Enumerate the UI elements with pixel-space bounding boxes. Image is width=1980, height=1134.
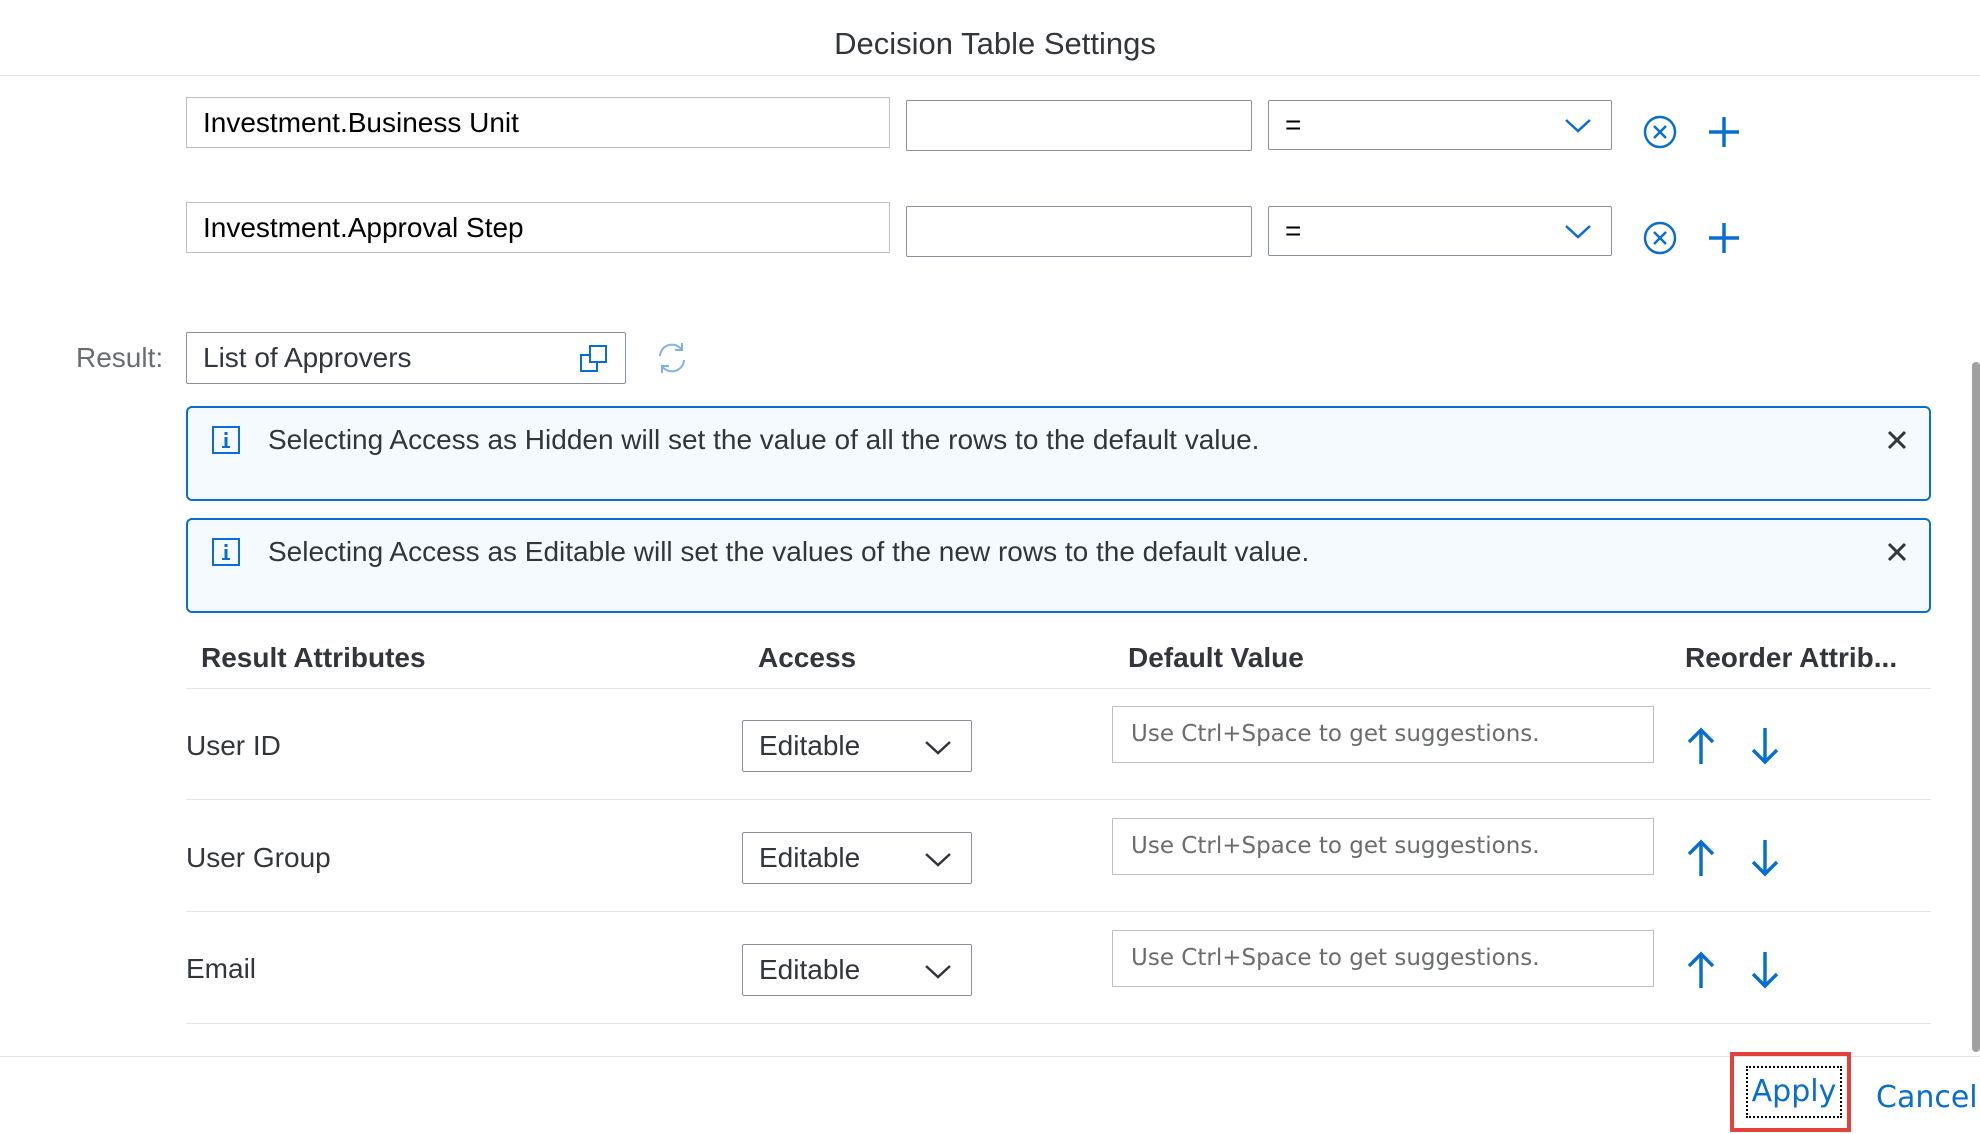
remove-circle-icon[interactable] xyxy=(1640,218,1680,258)
result-value: List of Approvers xyxy=(203,342,412,373)
message-text: Selecting Access as Editable will set th… xyxy=(268,536,1310,567)
default-value-input[interactable]: Use Ctrl+Space to get suggestions. xyxy=(1112,706,1654,763)
chevron-down-icon xyxy=(925,965,951,979)
chevron-down-icon xyxy=(925,741,951,755)
table-divider xyxy=(186,1023,1931,1024)
default-value-input[interactable]: Use Ctrl+Space to get suggestions. xyxy=(1112,818,1654,875)
chevron-down-icon xyxy=(925,853,951,867)
access-select[interactable]: Editable xyxy=(742,720,972,772)
info-icon xyxy=(212,538,240,566)
chevron-down-icon xyxy=(1565,119,1591,133)
arrow-up-icon[interactable] xyxy=(1684,726,1718,766)
arrow-down-icon[interactable] xyxy=(1748,950,1782,990)
vertical-scrollbar[interactable] xyxy=(1972,362,1980,1052)
condition-operator-select[interactable]: = xyxy=(1268,100,1612,150)
condition-attribute-field: Investment.Business Unit xyxy=(186,97,890,148)
arrow-down-icon[interactable] xyxy=(1748,726,1782,766)
remove-circle-icon[interactable] xyxy=(1640,112,1680,152)
table-divider xyxy=(186,911,1931,912)
info-message-strip: Selecting Access as Hidden will set the … xyxy=(186,406,1931,501)
table-divider xyxy=(186,799,1931,800)
column-header-result-attributes: Result Attributes xyxy=(201,642,426,673)
column-header-access: Access xyxy=(758,642,857,673)
result-input[interactable]: List of Approvers xyxy=(186,332,626,384)
condition-value-input[interactable] xyxy=(906,206,1252,257)
info-icon xyxy=(212,426,240,454)
column-header-default-value: Default Value xyxy=(1128,642,1304,673)
condition-attribute-field: Investment.Approval Step xyxy=(186,202,890,253)
refresh-icon[interactable] xyxy=(654,340,690,376)
condition-operator-value: = xyxy=(1285,215,1302,246)
result-attribute-name: User Group xyxy=(186,842,331,873)
access-value: Editable xyxy=(759,842,861,873)
result-attribute-name: User ID xyxy=(186,730,281,761)
default-value-input[interactable]: Use Ctrl+Space to get suggestions. xyxy=(1112,930,1654,987)
condition-operator-select[interactable]: = xyxy=(1268,206,1612,256)
dialog-header: Decision Table Settings xyxy=(0,0,1980,76)
message-text: Selecting Access as Hidden will set the … xyxy=(268,424,1260,455)
info-message-strip: Selecting Access as Editable will set th… xyxy=(186,518,1931,613)
close-icon[interactable] xyxy=(1885,428,1909,452)
access-select[interactable]: Editable xyxy=(742,832,972,884)
result-attribute-name: Email xyxy=(186,953,257,984)
dialog-title: Decision Table Settings xyxy=(834,26,1156,61)
add-icon[interactable] xyxy=(1704,218,1744,258)
access-value: Editable xyxy=(759,954,861,985)
access-select[interactable]: Editable xyxy=(742,944,972,996)
value-help-icon[interactable] xyxy=(579,344,609,374)
arrow-up-icon[interactable] xyxy=(1684,838,1718,878)
arrow-up-icon[interactable] xyxy=(1684,950,1718,990)
arrow-down-icon[interactable] xyxy=(1748,838,1782,878)
result-label: Result: xyxy=(76,342,164,373)
cancel-button[interactable]: Cancel xyxy=(1876,1080,1978,1115)
condition-value-input[interactable] xyxy=(906,100,1252,151)
column-header-reorder: Reorder Attrib... xyxy=(1685,642,1898,673)
footer-divider xyxy=(0,1056,1980,1057)
chevron-down-icon xyxy=(1565,225,1591,239)
apply-button[interactable]: Apply xyxy=(1746,1066,1842,1118)
access-value: Editable xyxy=(759,730,861,761)
condition-operator-value: = xyxy=(1285,109,1302,140)
close-icon[interactable] xyxy=(1885,540,1909,564)
table-divider xyxy=(186,688,1931,689)
add-icon[interactable] xyxy=(1704,112,1744,152)
